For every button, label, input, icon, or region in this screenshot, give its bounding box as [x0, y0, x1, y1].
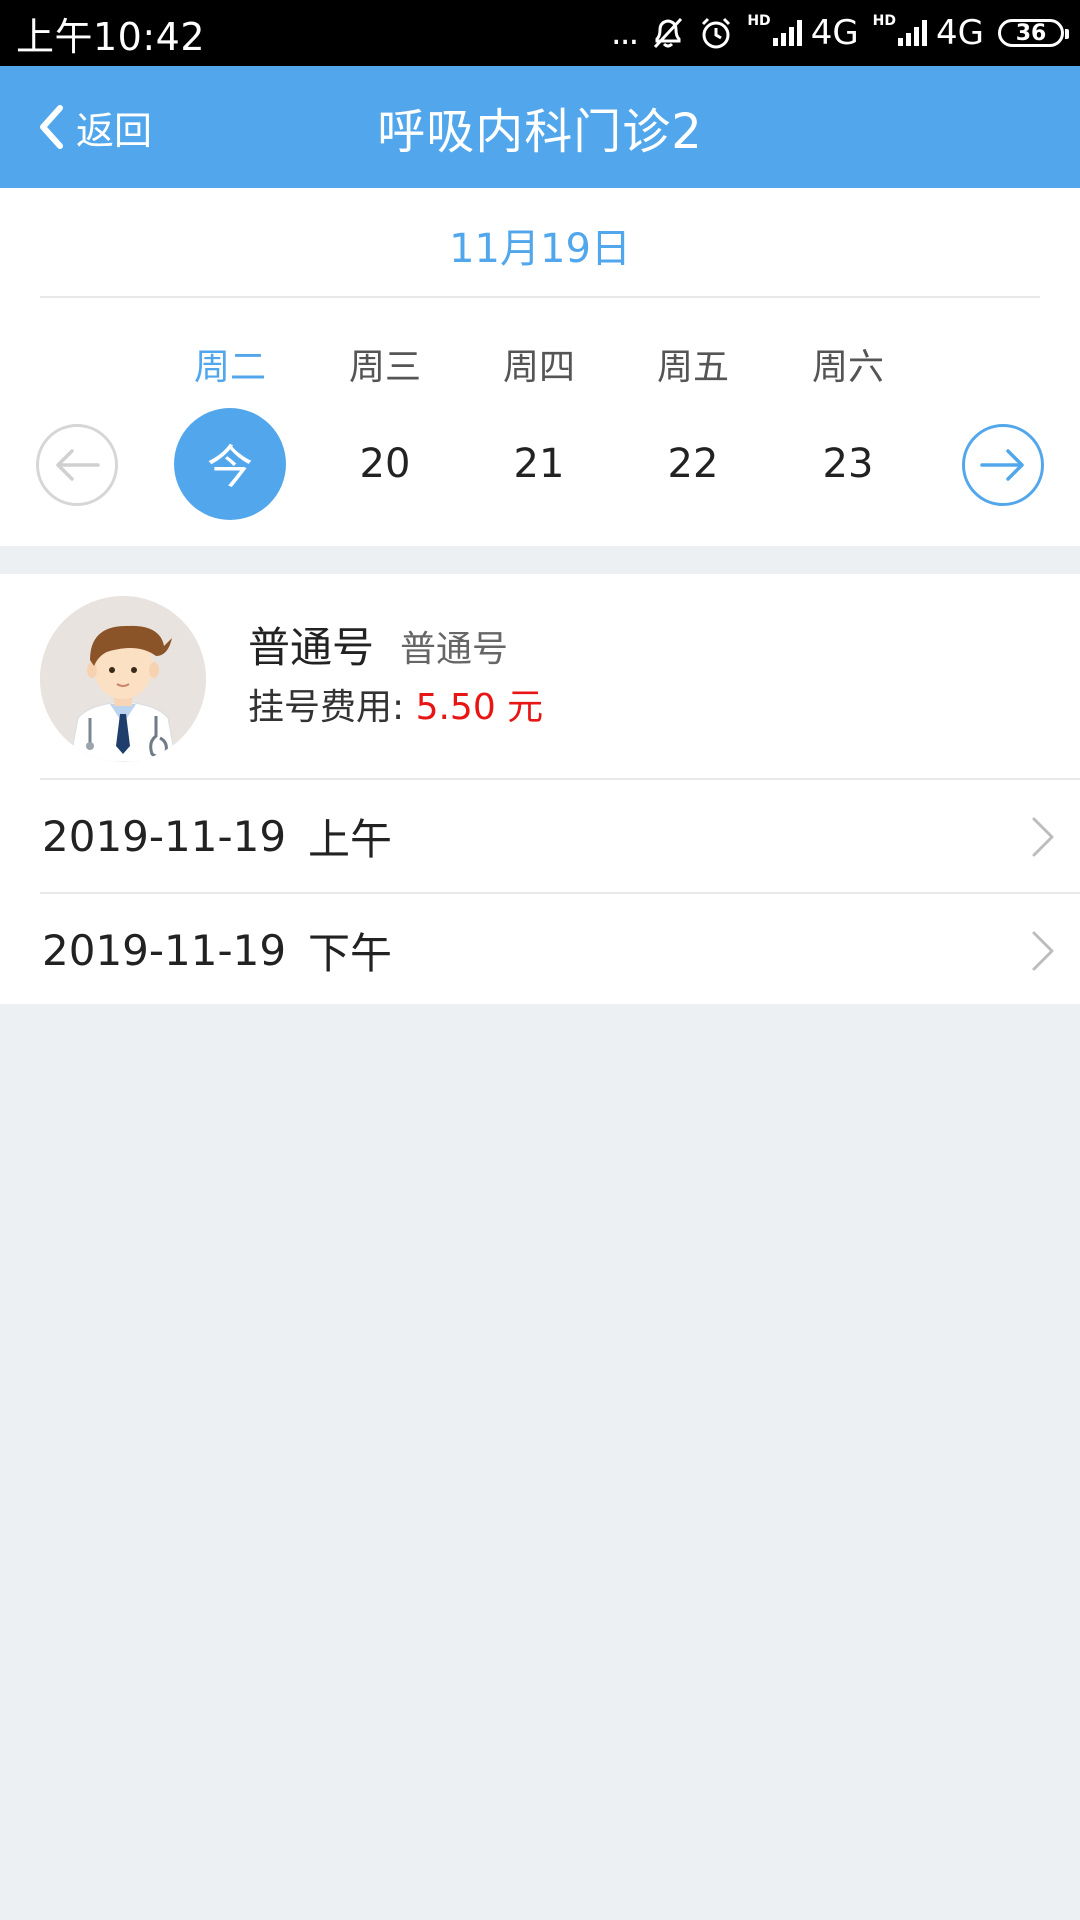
signal-group-2: HD 4G — [873, 13, 984, 53]
doctor-illustration-icon — [40, 596, 206, 762]
hd-label: HD — [872, 13, 897, 29]
page-title: 呼吸内科门诊2 — [377, 104, 703, 160]
registration-type: 普通号 — [248, 623, 375, 672]
doctor-avatar — [40, 596, 206, 762]
back-button[interactable]: 返回 — [38, 66, 152, 188]
time-slot-afternoon[interactable]: 2019-11-19 下午 — [0, 894, 1080, 1006]
network-type-1: 4G — [810, 13, 859, 53]
weekday-label: 周五 — [656, 347, 729, 388]
registration-card: 普通号 普通号 挂号费用: 5.50 元 2019-11-19 上午 2019-… — [0, 574, 1080, 1004]
slot-date: 2019-11-19 — [42, 925, 287, 975]
day-21[interactable]: 21 — [483, 408, 595, 520]
alarm-icon — [699, 15, 733, 51]
more-notifications-icon: ... — [610, 13, 639, 53]
fee-row: 挂号费用: 5.50 元 — [248, 678, 543, 730]
slot-period: 下午 — [308, 928, 393, 978]
weekday-label: 周四 — [502, 347, 575, 388]
divider — [40, 296, 1040, 298]
slot-date: 2019-11-19 — [42, 811, 287, 861]
day-20[interactable]: 20 — [329, 408, 441, 520]
chevron-left-icon — [40, 105, 63, 149]
weekday-label: 周二 — [193, 347, 266, 388]
hd-label: HD — [747, 13, 771, 29]
network-type-2: 4G — [936, 13, 984, 53]
fee-value: 5.50 元 — [415, 687, 544, 728]
arrow-left-icon — [56, 449, 100, 481]
registration-subtype: 普通号 — [400, 629, 509, 670]
day-22[interactable]: 22 — [637, 408, 749, 520]
prev-week-button[interactable] — [36, 424, 118, 506]
back-label: 返回 — [76, 108, 153, 153]
next-week-button[interactable] — [962, 424, 1044, 506]
slot-period: 上午 — [308, 814, 393, 864]
weekday-label: 周六 — [811, 347, 884, 388]
signal-group-1: HD 4G — [747, 13, 858, 53]
fee-label: 挂号费用: — [248, 687, 416, 728]
chevron-right-icon — [1032, 931, 1054, 971]
date-selector: 11月19日 周二 周三 周四 周五 周六 今 20 21 22 23 — [0, 188, 1080, 546]
signal-bars-icon — [898, 20, 928, 46]
signal-bars-icon — [772, 20, 802, 46]
weekday-label: 周三 — [348, 347, 421, 388]
current-date: 11月19日 — [449, 226, 631, 272]
status-bar: 上午10:42 ... HD 4G HD 4G 36 — [0, 0, 1080, 66]
status-time: 上午10:42 — [16, 14, 206, 59]
mute-bell-icon — [651, 15, 685, 51]
battery-icon: 36 — [998, 19, 1069, 47]
day-23[interactable]: 23 — [792, 408, 904, 520]
nav-bar: 呼吸内科门诊2 返回 — [0, 66, 1080, 188]
arrow-right-icon — [980, 449, 1024, 481]
chevron-right-icon — [1032, 817, 1054, 857]
status-icons: ... HD 4G HD 4G 36 — [610, 13, 1069, 53]
time-slot-morning[interactable]: 2019-11-19 上午 — [0, 780, 1080, 892]
day-today[interactable]: 今 — [174, 408, 286, 520]
